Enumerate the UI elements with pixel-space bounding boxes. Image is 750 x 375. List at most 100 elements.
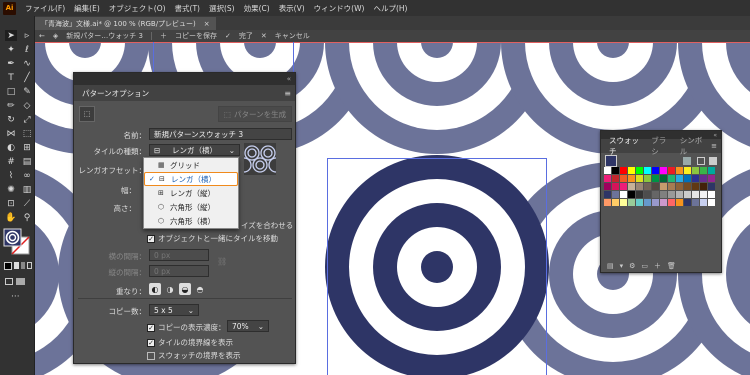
perspective-grid-tool-icon[interactable]: ⊞	[21, 142, 33, 153]
color-swatch[interactable]	[660, 183, 667, 190]
color-swatch[interactable]	[692, 183, 699, 190]
fill-stroke-icon[interactable]	[3, 228, 31, 256]
delete-swatch-icon[interactable]: 🗑	[667, 262, 676, 270]
color-swatch[interactable]	[604, 183, 611, 190]
color-swatch[interactable]	[644, 167, 651, 174]
color-mode-icons[interactable]	[14, 262, 32, 270]
pen-tool-icon[interactable]: ✒	[5, 58, 17, 69]
tile-edge-row[interactable]: ✓ タイルの境界線を表示	[147, 337, 233, 348]
more-tools-icon[interactable]: ···	[11, 292, 20, 302]
color-swatch[interactable]	[620, 191, 627, 198]
color-swatch[interactable]	[684, 199, 691, 206]
document-tab[interactable]: 「青海波」文様.ai* @ 100 % (RGB/プレビュー) ×	[35, 17, 216, 30]
menu-type[interactable]: 書式(T)	[175, 3, 200, 14]
color-swatch[interactable]	[692, 191, 699, 198]
color-swatch[interactable]	[684, 175, 691, 182]
tile-option-hex-by-row[interactable]: ⬡ 六角形（横）	[144, 214, 238, 228]
new-swatch-icon[interactable]: ＋	[654, 261, 661, 271]
slice-tool-icon[interactable]: ⟋	[21, 198, 33, 209]
color-swatch[interactable]	[692, 199, 699, 206]
scale-tool-icon[interactable]: ⤢	[21, 114, 33, 125]
color-swatch[interactable]	[604, 191, 611, 198]
color-swatch[interactable]	[612, 199, 619, 206]
dim-copies-row[interactable]: ✓ コピーの表示濃度：	[147, 322, 226, 333]
pencil-tool-icon[interactable]: ✏	[5, 100, 17, 111]
color-swatch[interactable]	[604, 199, 611, 206]
color-swatch[interactable]	[660, 191, 667, 198]
color-swatch[interactable]	[700, 191, 707, 198]
tile-type-select[interactable]: ⊟ レンガ（横） ⌄	[149, 144, 240, 156]
save-copy-button[interactable]: コピーを保存	[175, 31, 217, 41]
type-tool-icon[interactable]: T	[5, 72, 17, 83]
color-swatch[interactable]	[612, 175, 619, 182]
color-swatch[interactable]	[628, 167, 635, 174]
color-swatch[interactable]	[612, 167, 619, 174]
color-swatch[interactable]	[636, 175, 643, 182]
copies-select[interactable]: 5 x 5 ⌄	[149, 304, 199, 316]
color-swatch[interactable]	[708, 191, 715, 198]
color-swatch[interactable]	[644, 183, 651, 190]
new-color-group-icon[interactable]: ▭	[641, 262, 648, 270]
show-swatch-kinds-icon[interactable]: ▾	[620, 262, 624, 270]
overlap-bottom-icon[interactable]: ◓	[194, 283, 206, 295]
dim-copies-checkbox[interactable]: ✓	[147, 323, 155, 332]
color-swatch[interactable]	[660, 175, 667, 182]
artboard-tool-icon[interactable]: ⊡	[5, 198, 17, 209]
line-tool-icon[interactable]: ╱	[21, 72, 33, 83]
color-swatch[interactable]	[620, 167, 627, 174]
color-swatch[interactable]	[708, 183, 715, 190]
overlap-right-icon[interactable]: ◑	[164, 283, 176, 295]
swatch-options-icon[interactable]: ⚙	[629, 262, 635, 270]
color-swatch[interactable]	[628, 183, 635, 190]
zoom-tool-icon[interactable]: ⚲	[21, 212, 33, 223]
column-graph-tool-icon[interactable]: ▥	[21, 184, 33, 195]
swatch-bounds-row[interactable]: スウォッチの境界を表示	[147, 350, 241, 361]
color-swatch[interactable]	[612, 183, 619, 190]
color-swatch[interactable]	[700, 199, 707, 206]
gradient-tool-icon[interactable]: ▤	[21, 156, 33, 167]
move-tile-checkbox-row[interactable]: ✓ オブジェクトと一緒にタイルを移動	[147, 233, 278, 244]
paintbrush-tool-icon[interactable]: ✎	[21, 86, 33, 97]
close-tab-icon[interactable]: ×	[204, 20, 210, 28]
hand-tool-icon[interactable]: ✋	[5, 212, 17, 223]
color-swatch[interactable]	[604, 175, 611, 182]
color-swatch[interactable]	[676, 191, 683, 198]
make-pattern-button[interactable]: ⬚ パターンを生成	[218, 106, 292, 122]
show-tile-edge-checkbox[interactable]: ✓	[147, 338, 155, 347]
color-swatch[interactable]	[668, 199, 675, 206]
dim-copies-select[interactable]: 70% ⌄	[227, 320, 269, 332]
width-tool-icon[interactable]: ⋈	[5, 128, 17, 139]
color-swatch[interactable]	[700, 183, 707, 190]
magic-wand-tool-icon[interactable]: ✦	[5, 44, 17, 55]
menu-window[interactable]: ウィンドウ(W)	[314, 3, 365, 14]
color-swatch[interactable]	[700, 167, 707, 174]
color-swatch[interactable]	[620, 175, 627, 182]
mesh-tool-icon[interactable]: #	[5, 156, 17, 167]
color-swatch[interactable]	[636, 183, 643, 190]
tile-option-hex-by-column[interactable]: ⬡ 六角形（縦）	[144, 200, 238, 214]
eyedropper-tool-icon[interactable]: ⌇	[5, 170, 17, 181]
lasso-tool-icon[interactable]: ℓ	[21, 44, 33, 55]
menu-help[interactable]: ヘルプ(H)	[373, 3, 407, 14]
color-swatch[interactable]	[708, 175, 715, 182]
color-swatch[interactable]	[676, 183, 683, 190]
menu-select[interactable]: 選択(S)	[209, 3, 235, 14]
tile-option-grid[interactable]: ▦ グリッド	[144, 158, 238, 172]
menu-view[interactable]: 表示(V)	[279, 3, 305, 14]
swatch-library-icon[interactable]	[683, 157, 691, 165]
color-swatch[interactable]	[628, 191, 635, 198]
color-swatch[interactable]	[620, 183, 627, 190]
pattern-options-tab[interactable]: パターンオプション	[78, 88, 153, 99]
collapse-panel-icon[interactable]: «	[287, 75, 291, 83]
color-swatch[interactable]	[708, 199, 715, 206]
fill-stroke-mini-icon[interactable]	[605, 155, 617, 167]
color-swatch[interactable]	[676, 175, 683, 182]
blend-tool-icon[interactable]: ∞	[21, 170, 33, 181]
color-swatch[interactable]	[628, 175, 635, 182]
color-swatch[interactable]	[644, 191, 651, 198]
cancel-button[interactable]: キャンセル	[275, 31, 310, 41]
tile-tool-icon[interactable]: ⬚	[79, 106, 95, 122]
panel-menu-icon[interactable]: ≡	[711, 142, 717, 150]
rotate-tool-icon[interactable]: ↻	[5, 114, 17, 125]
menu-effect[interactable]: 効果(C)	[244, 3, 270, 14]
